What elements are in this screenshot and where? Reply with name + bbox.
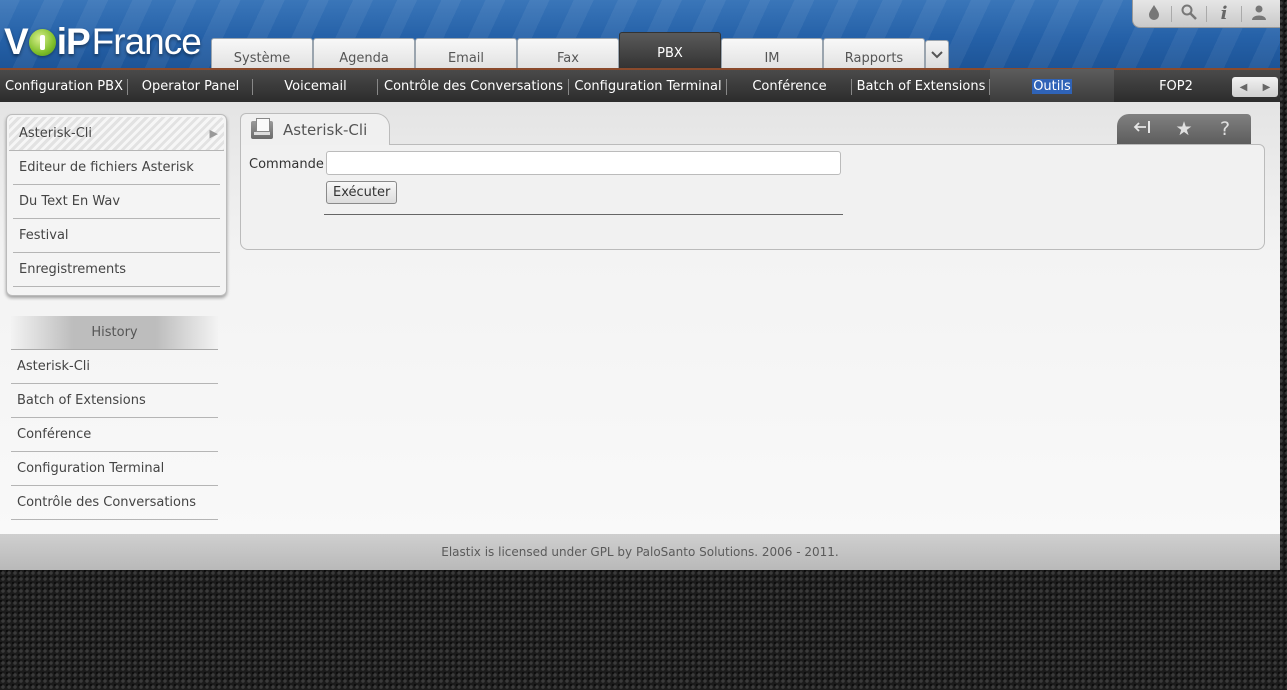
module-menu: Asterisk-Cli ▶ Editeur de fichiers Aster… <box>6 114 227 296</box>
tab-label: Agenda <box>339 51 389 66</box>
history-item[interactable]: Contrôle des Conversations <box>11 486 218 520</box>
search-icon[interactable] <box>1176 4 1202 24</box>
logo-o-icon <box>28 28 56 56</box>
history-item[interactable]: Batch of Extensions <box>11 384 218 418</box>
tab-agenda[interactable]: Agenda <box>313 38 415 68</box>
utility-bar: i <box>1132 0 1280 28</box>
arrow-right-icon[interactable]: ▶ <box>1263 82 1271 93</box>
sidebar-item-festival[interactable]: Festival <box>13 219 220 253</box>
submenu-label: Configuration PBX <box>5 78 123 94</box>
command-label: Commande <box>249 157 324 172</box>
tab-label: PBX <box>657 46 683 61</box>
submenu-label: Outils <box>1032 78 1072 94</box>
sidebar-item-label: Asterisk-Cli <box>19 126 93 141</box>
arrow-left-icon[interactable]: ◀ <box>1240 82 1248 93</box>
submenu-controle-conversations[interactable]: Contrôle des Conversations <box>378 69 569 103</box>
separator <box>1241 5 1242 22</box>
history-title: History <box>11 316 218 350</box>
tab-label: Rapports <box>844 51 904 66</box>
sidebar-item-text-en-wav[interactable]: Du Text En Wav <box>13 185 220 219</box>
logo-text-france: France <box>91 21 202 62</box>
theme-drop-icon[interactable] <box>1141 4 1167 24</box>
submenu-label: FOP2 <box>1159 78 1193 94</box>
module-content: Commande Exécuter <box>240 144 1265 250</box>
submenu-outils[interactable]: Outils <box>990 69 1114 103</box>
logo-text-v: V <box>4 21 29 62</box>
history-item-label: Configuration Terminal <box>17 461 165 476</box>
submenu-configuration-terminal[interactable]: Configuration Terminal <box>569 69 727 103</box>
tab-im[interactable]: IM <box>721 38 823 68</box>
submenu-label: Voicemail <box>284 78 347 94</box>
submenu-label: Conférence <box>752 78 827 94</box>
submenu-scroll: ◀ ▶ <box>1232 77 1278 97</box>
output-divider <box>324 214 843 215</box>
sidebar-item-label: Festival <box>19 228 69 243</box>
sidebar-item-label: Editeur de fichiers Asterisk <box>19 160 194 175</box>
user-icon[interactable] <box>1246 4 1272 24</box>
submenu-batch-extensions[interactable]: Batch of Extensions <box>852 69 990 103</box>
tab-systeme[interactable]: Système <box>211 38 313 68</box>
tab-label: Fax <box>557 51 579 66</box>
submenu-label: Contrôle des Conversations <box>384 78 563 94</box>
sidebar-item-label: Enregistrements <box>19 262 127 277</box>
tab-pbx[interactable]: PBX <box>619 32 721 68</box>
tab-label: Système <box>233 51 291 66</box>
submenu-conference[interactable]: Conférence <box>727 69 852 103</box>
footer: Elastix is licensed under GPL by PaloSan… <box>0 534 1280 570</box>
history-item-label: Asterisk-Cli <box>17 359 91 374</box>
footer-license-text: Elastix is licensed under GPL by PaloSan… <box>441 545 839 559</box>
logo-text-ip: iP <box>56 21 91 62</box>
submenu-operator-panel[interactable]: Operator Panel <box>128 69 253 103</box>
sidebar-item-editeur-fichiers[interactable]: Editeur de fichiers Asterisk <box>13 151 220 185</box>
submenu-fop2[interactable]: FOP2 <box>1114 69 1238 103</box>
more-tabs-button[interactable] <box>925 40 949 68</box>
chevron-down-icon <box>931 50 943 58</box>
tab-email[interactable]: Email <box>415 38 517 68</box>
history-item[interactable]: Configuration Terminal <box>11 452 218 486</box>
help-icon[interactable]: ? <box>1210 118 1240 140</box>
history-item-label: Contrôle des Conversations <box>17 495 196 510</box>
module-toolbar: ★ ? <box>1117 114 1251 144</box>
history-item-label: Conférence <box>17 427 92 442</box>
submenu-label: Batch of Extensions <box>856 78 986 94</box>
voip-france-logo[interactable]: V iP France <box>4 20 202 64</box>
tab-label: Email <box>447 51 485 66</box>
info-icon[interactable]: i <box>1211 3 1237 24</box>
main-area: Asterisk-Cli ▶ Editeur de fichiers Aster… <box>0 102 1280 534</box>
separator <box>1206 5 1207 22</box>
sidebar-item-asterisk-cli[interactable]: Asterisk-Cli ▶ <box>9 117 224 151</box>
collapse-left-icon[interactable] <box>1128 118 1158 140</box>
star-icon[interactable]: ★ <box>1169 118 1199 140</box>
submenu-label: Operator Panel <box>141 78 240 94</box>
submenu-label: Configuration Terminal <box>574 78 722 94</box>
sidebar-item-label: Du Text En Wav <box>19 194 121 209</box>
tab-rapports[interactable]: Rapports <box>823 38 925 68</box>
arrow-right-icon: ▶ <box>209 127 218 140</box>
history-list: Asterisk-Cli Batch of Extensions Confére… <box>11 350 218 520</box>
command-input[interactable] <box>326 151 841 175</box>
history-item-label: Batch of Extensions <box>17 393 146 408</box>
execute-button[interactable]: Exécuter <box>326 181 398 204</box>
history-item[interactable]: Asterisk-Cli <box>11 350 218 384</box>
submenu-voicemail[interactable]: Voicemail <box>253 69 378 103</box>
page-title: Asterisk-Cli <box>283 120 368 139</box>
submenu-configuration-pbx[interactable]: Configuration PBX <box>0 69 128 103</box>
separator <box>1171 5 1172 22</box>
pbx-submenu: Configuration PBX Operator Panel Voicema… <box>0 68 1280 103</box>
app-header: V iP France Système Agenda Email Fax PBX… <box>0 0 1280 68</box>
main-tabs: Système Agenda Email Fax PBX IM Rapports <box>211 32 949 68</box>
history-item[interactable]: Conférence <box>11 418 218 452</box>
tab-fax[interactable]: Fax <box>517 38 619 68</box>
tab-label: IM <box>764 51 780 66</box>
module-title-tab: Asterisk-Cli <box>240 113 390 145</box>
module-icon <box>251 117 273 139</box>
sidebar-item-enregistrements[interactable]: Enregistrements <box>13 253 220 287</box>
